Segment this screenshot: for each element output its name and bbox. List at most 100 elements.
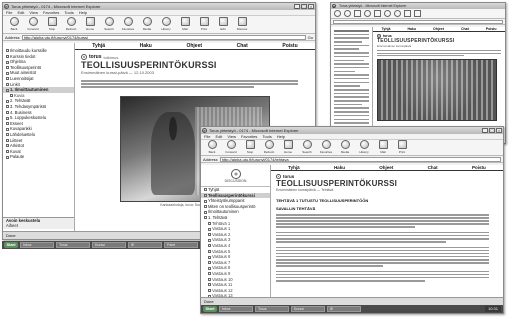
nav-chat[interactable]: Chat [237,43,248,49]
maximize-button[interactable]: □ [489,128,495,133]
nav-help[interactable]: Ohjeet [433,27,444,31]
tree-toggle-icon[interactable] [204,193,207,197]
address-input[interactable]: http://alpha.utu.fi/turunyl/0174/tehtava [219,156,501,162]
back-arrow-icon[interactable] [334,10,341,17]
refresh-button[interactable]: Refresh [261,140,277,155]
minimize-button[interactable]: _ [294,4,300,9]
tree-toggle-icon[interactable] [208,233,211,237]
nav-empty[interactable]: Tyhjä [92,43,105,49]
tree-toggle-icon[interactable] [208,266,211,270]
history-button[interactable]: History [158,16,174,33]
nav-exit[interactable]: Poistu [486,27,497,31]
tree-toggle-icon[interactable] [208,244,211,248]
media-button[interactable]: Media [139,16,155,33]
tree-toggle-icon[interactable] [204,205,207,209]
tree-toggle-icon[interactable] [204,199,207,203]
tree-toggle-icon[interactable] [204,210,207,214]
tree-toggle-icon[interactable] [208,227,211,231]
title-bar[interactable]: e Torus yhteistyö - Microsoft Internet E… [331,3,505,9]
taskbar-item-ie[interactable]: IE [128,242,162,248]
tree-toggle-icon[interactable] [6,144,9,148]
tree-toggle-icon[interactable] [10,94,13,98]
print-button[interactable]: Print [196,16,212,33]
tree-toggle-icon[interactable] [6,49,9,53]
refresh-button[interactable]: Refresh [63,16,79,33]
menu-tools[interactable]: Tools [262,134,271,139]
stop-button[interactable]: Stop [242,140,258,155]
menu-file[interactable]: File [204,134,210,139]
forward-arrow-icon[interactable] [344,10,351,17]
taskbar-item-inbox[interactable]: Inbox [219,306,253,312]
nav-search[interactable]: Haku [140,43,152,49]
tree-toggle-icon[interactable] [208,289,211,293]
address-input[interactable] [333,19,503,24]
menu-file[interactable]: File [6,10,12,15]
home-icon[interactable] [374,10,381,17]
nav-chat[interactable]: Chat [461,27,469,31]
minimize-button[interactable]: _ [482,128,488,133]
nav-help[interactable]: Ohjeet [379,165,393,170]
nav-empty[interactable]: Tyhjä [288,165,299,170]
menu-favorites[interactable]: Favorites [43,10,59,15]
tree-toggle-icon[interactable] [208,261,211,265]
address-input[interactable]: http://alpha.utu.fi/turunyl/0174/kurssi [21,34,306,40]
tree-toggle-icon[interactable] [6,71,9,75]
tree-toggle-icon[interactable] [204,216,207,220]
tree-toggle-icon[interactable] [6,133,9,137]
tree-toggle-icon[interactable] [6,138,9,142]
mail-button[interactable]: Mail [375,140,391,155]
favorites-button[interactable]: Favorites [120,16,136,33]
menu-tools[interactable]: Tools [64,10,73,15]
media-button[interactable]: Media [337,140,353,155]
nav-help[interactable]: Ohjeet [186,43,202,49]
search-button[interactable]: Search [299,140,315,155]
tree-toggle-icon[interactable] [208,221,211,225]
nav-chat[interactable]: Chat [428,165,438,170]
taskbar-item-kurssi[interactable]: Kurssi [92,242,126,248]
nav-empty[interactable]: Tyhjä [382,27,391,31]
tree-toggle-icon[interactable] [208,255,211,259]
taskbar-item-kurssi[interactable]: Kurssi [291,306,325,312]
favorites-button[interactable]: Favorites [318,140,334,155]
tree-toggle-icon[interactable] [6,66,9,70]
tree-toggle-icon[interactable] [204,188,207,192]
title-bar[interactable]: e Torus yhteistyö - 0174 - Microsoft Int… [3,3,315,10]
start-button[interactable]: Start [203,306,217,312]
menu-help[interactable]: Help [277,134,285,139]
back-button[interactable]: Back [204,140,220,155]
tree-toggle-icon[interactable] [6,99,9,103]
sidebar-footer-topics[interactable]: Aiheet [3,223,74,229]
refresh-icon[interactable] [364,10,371,17]
tree-toggle-icon[interactable] [208,283,211,287]
maximize-button[interactable]: □ [301,4,307,9]
tree-toggle-icon[interactable] [6,60,9,64]
menu-edit[interactable]: Edit [17,10,24,15]
tree-toggle-icon[interactable] [6,54,9,58]
menu-view[interactable]: View [227,134,236,139]
search-icon[interactable] [384,10,391,17]
stop-icon[interactable] [354,10,361,17]
tree-toggle-icon[interactable] [208,272,211,276]
taskbar-item-ie[interactable]: IE [327,306,361,312]
taskbar-item-torus[interactable]: Torus [56,242,90,248]
menu-favorites[interactable]: Favorites [241,134,257,139]
tree-toggle-icon[interactable] [6,110,9,114]
nav-search[interactable]: Haku [334,165,345,170]
tree-toggle-icon[interactable] [6,82,9,86]
print-button[interactable]: Print [394,140,410,155]
taskbar-item-inbox[interactable]: Inbox [20,242,54,248]
menu-help[interactable]: Help [79,10,87,15]
forward-button[interactable]: Forward [25,16,41,33]
tree-toggle-icon[interactable] [6,155,9,159]
start-button[interactable]: Start [4,242,18,248]
sidebar-item[interactable]: Palaute [3,154,74,160]
home-button[interactable]: Home [280,140,296,155]
edit-button[interactable]: Edit [215,16,231,33]
tree-toggle-icon[interactable] [6,116,9,120]
home-button[interactable]: Home [82,16,98,33]
forward-button[interactable]: Forward [223,140,239,155]
menu-edit[interactable]: Edit [215,134,222,139]
history-button[interactable]: History [356,140,372,155]
tree-toggle-icon[interactable] [6,122,9,126]
menu-view[interactable]: View [29,10,38,15]
